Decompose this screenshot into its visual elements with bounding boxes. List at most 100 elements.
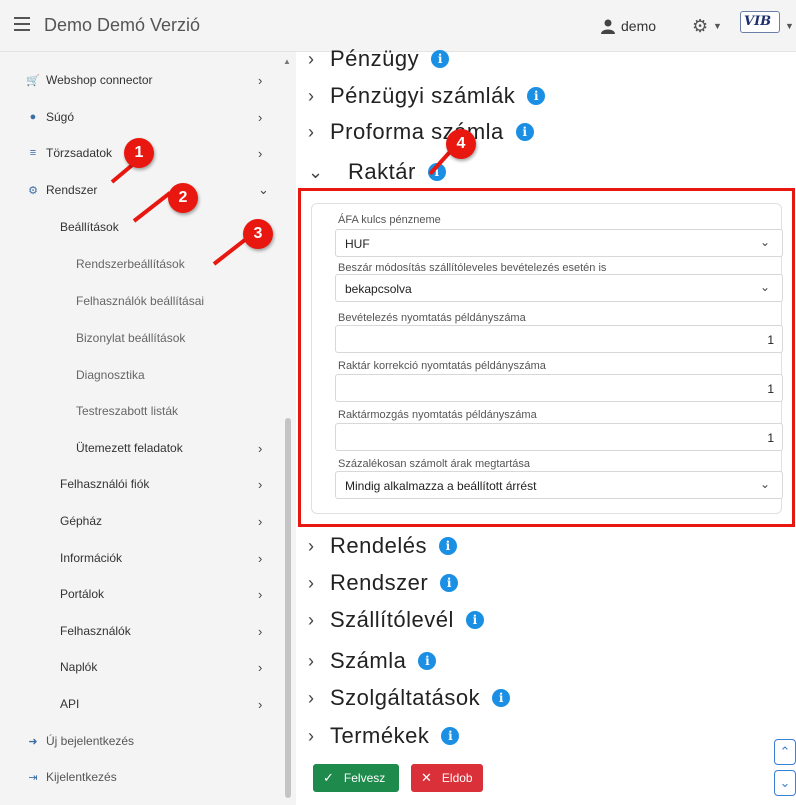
sign-in-icon: ➜ [28,735,38,748]
receipt-print-copies-input[interactable]: 1 [335,325,783,353]
field-label: Beszár módosítás szállítóleveles bevétel… [338,262,607,274]
info-icon[interactable]: i [492,689,511,707]
select-value: HUF [345,237,370,251]
purchase-price-modify-select[interactable]: bekapcsolva ⌄ [335,274,783,302]
company-logo[interactable]: VIB [740,11,780,33]
sidebar-item-label: Beállítások [60,220,119,234]
sidebar-item-felhasznaloi-fiok[interactable]: Felhasználói fiók › [0,466,280,502]
app-title: Demo Demó Verzió [44,15,201,35]
discard-button[interactable]: ✕ Eldob [411,764,483,792]
hamburger-menu-icon[interactable] [14,17,30,31]
section-szamla[interactable]: › Számla i [308,644,437,678]
sidebar-item-sugo[interactable]: ● Súgó › [0,99,280,135]
chevron-right-icon: › [258,440,263,456]
sidebar-item-utemezett-feladatok[interactable]: Ütemezett feladatok › [0,430,280,466]
sidebar-item-label: Új bejelentkezés [46,734,135,748]
sidebar-item-label: Diagnosztika [76,368,145,382]
caret-down-icon[interactable]: ▼ [713,21,722,31]
chevron-right-icon: › [308,687,314,708]
select-value: Mindig alkalmazza a beállított árrést [345,479,537,493]
section-label: Rendszer [330,570,429,595]
gear-icon[interactable]: ⚙ [692,16,708,37]
field-label: Raktár korrekció nyomtatás példányszáma [338,360,546,372]
info-icon[interactable]: i [527,87,546,105]
caret-down-icon[interactable]: ▼ [785,21,794,31]
sidebar-item-label: Kijelentkezés [46,770,117,784]
sidebar-item-bizonylat-beallitasok[interactable]: Bizonylat beállítások [0,320,280,356]
info-icon[interactable]: i [515,123,534,141]
sidebar-item-diagnosztika[interactable]: Diagnosztika [0,357,280,393]
raktar-settings-card: ÁFA kulcs pénzneme HUF ⌄ Beszár módosítá… [311,203,783,514]
info-icon[interactable]: i [441,727,460,745]
section-raktar[interactable]: ⌄ Raktár i [308,155,446,189]
sidebar-item-naplok[interactable]: Naplók › [0,649,280,685]
chevron-down-icon: ⌄ [258,182,269,197]
info-icon[interactable]: i [418,652,437,670]
user-name[interactable]: demo [621,18,656,34]
section-penzugyi-szamlak[interactable]: › Pénzügyi számlák i [308,79,546,113]
annotation-badge-1: 1 [124,138,154,168]
section-rendeles[interactable]: › Rendelés i [308,529,457,563]
sidebar-item-felhasznalok[interactable]: Felhasználók › [0,613,280,649]
section-label: Termékek [330,723,430,748]
chevron-right-icon: › [258,659,263,675]
sidebar-item-label: Felhasználók [60,624,131,638]
sidebar-item-gephaz[interactable]: Gépház › [0,503,280,539]
field-label: Bevételezés nyomtatás példányszáma [338,312,526,324]
chevron-right-icon: › [258,550,263,566]
input-value: 1 [767,382,774,396]
sidebar-item-api[interactable]: API › [0,686,280,722]
section-szallitolevel[interactable]: › Szállítólevél i [308,603,484,637]
stock-correction-print-copies-input[interactable]: 1 [335,374,783,402]
chevron-right-icon: › [308,48,314,69]
sidebar-item-label: Súgó [46,110,75,124]
section-label: Szolgáltatások [330,685,481,710]
sidebar-item-felhasznalok-beallitasai[interactable]: Felhasználók beállításai [0,283,280,319]
sidebar-item-label: Felhasználói fiók [60,477,150,491]
section-szolgaltatasok[interactable]: › Szolgáltatások i [308,681,511,715]
sidebar-item-label: Testreszabott listák [76,404,179,418]
sidebar-item-uj-bejelentkezes[interactable]: ➜ Új bejelentkezés [0,723,280,759]
scroll-up-arrow-icon[interactable]: ▲ [283,57,291,66]
cart-icon: 🛒 [26,74,40,87]
scroll-down-button[interactable]: ⌄ [774,770,796,796]
section-rendszer[interactable]: › Rendszer i [308,566,459,600]
afa-currency-select[interactable]: HUF ⌄ [335,229,783,257]
info-icon[interactable]: i [431,50,450,68]
close-icon: ✕ [421,770,432,785]
sidebar-item-rendszer[interactable]: ⚙ Rendszer ⌄ [0,172,280,208]
section-label: Raktár [348,159,416,184]
input-value: 1 [767,333,774,347]
sidebar-item-rendszerbeallitasok[interactable]: Rendszerbeállítások [0,246,280,282]
percentage-price-keep-select[interactable]: Mindig alkalmazza a beállított árrést ⌄ [335,471,783,499]
sidebar-item-testreszabott-listak[interactable]: Testreszabott listák [0,393,280,429]
sidebar-item-label: API [60,697,80,711]
question-circle-icon: ● [29,111,37,123]
section-label: Szállítólevél [330,607,454,632]
info-icon[interactable]: i [438,537,457,555]
sidebar-scrollbar[interactable] [285,418,291,798]
chevron-right-icon: › [258,513,263,529]
raktar-settings-panel: ÁFA kulcs pénzneme HUF ⌄ Beszár módosítá… [298,188,795,527]
section-label: Számla [330,648,407,673]
section-label: Proforma számla [330,119,504,144]
info-icon[interactable]: i [440,574,459,592]
info-icon[interactable]: i [465,611,484,629]
check-icon: ✓ [323,770,334,785]
sidebar-item-webshop-connector[interactable]: 🛒 Webshop connector › [0,62,280,98]
sidebar-item-portalok[interactable]: Portálok › [0,576,280,612]
chevron-right-icon: › [258,696,263,712]
section-penzugy[interactable]: › Pénzügy i [308,42,450,76]
section-proforma-szamla[interactable]: › Proforma számla i [308,115,534,149]
scroll-up-button[interactable]: ⌃ [774,739,796,765]
field-label: ÁFA kulcs pénzneme [338,214,441,226]
save-button[interactable]: ✓ Felvesz [313,764,399,792]
sidebar-item-informaciok[interactable]: Információk › [0,540,280,576]
sidebar-item-kijelentkezes[interactable]: ⇥ Kijelentkezés [0,759,280,795]
section-termekek[interactable]: › Termékek i [308,719,460,753]
chevron-right-icon: › [258,476,263,492]
stock-movement-print-copies-input[interactable]: 1 [335,423,783,451]
user-icon[interactable] [600,18,616,34]
chevron-right-icon: › [308,650,314,671]
annotation-badge-3: 3 [243,219,273,249]
